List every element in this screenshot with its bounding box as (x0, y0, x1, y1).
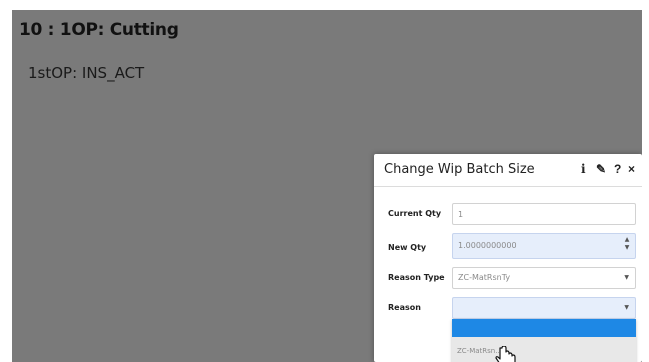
reason-type-select[interactable]: ZC-MatRsnTy ▼ (452, 267, 636, 289)
qty-spinner[interactable]: ▲ ▼ (623, 236, 631, 252)
current-qty-label: Current Qty (388, 209, 442, 218)
dialog-header: Change Wip Batch Size i ✎ ? × (374, 154, 642, 187)
chevron-down-icon: ▼ (624, 304, 629, 311)
current-qty-input[interactable] (452, 203, 636, 225)
info-icon[interactable]: i (581, 162, 586, 176)
modal-backdrop: 10 : 1OP: Cutting 1stOP: INS_ACT Change … (12, 10, 642, 362)
dropdown-option-reason[interactable]: ZC-MatRsn... (452, 337, 636, 362)
reason-dropdown-list: ZC-MatRsn... (452, 319, 636, 362)
close-icon[interactable]: × (628, 162, 635, 176)
change-wip-batch-size-dialog: Change Wip Batch Size i ✎ ? × Current Qt… (374, 154, 642, 362)
dialog-title: Change Wip Batch Size (384, 162, 535, 177)
reason-type-label: Reason Type (388, 273, 445, 282)
new-qty-input[interactable]: 1.0000000000 ▲ ▼ (452, 233, 636, 259)
page-title: 10 : 1OP: Cutting (19, 20, 179, 40)
reason-label: Reason (388, 303, 421, 312)
help-icon[interactable]: ? (614, 162, 621, 176)
new-qty-label: New Qty (388, 243, 427, 252)
reason-type-value: ZC-MatRsnTy (458, 273, 511, 282)
new-qty-value: 1.0000000000 (458, 241, 517, 250)
operation-label: 1stOP: INS_ACT (28, 64, 145, 82)
edit-icon[interactable]: ✎ (596, 162, 606, 176)
reason-select[interactable]: ▼ (452, 297, 636, 319)
spinner-down-icon[interactable]: ▼ (623, 244, 631, 252)
spinner-up-icon[interactable]: ▲ (623, 236, 631, 244)
chevron-down-icon: ▼ (624, 274, 629, 281)
dropdown-option-blank[interactable] (452, 319, 636, 337)
